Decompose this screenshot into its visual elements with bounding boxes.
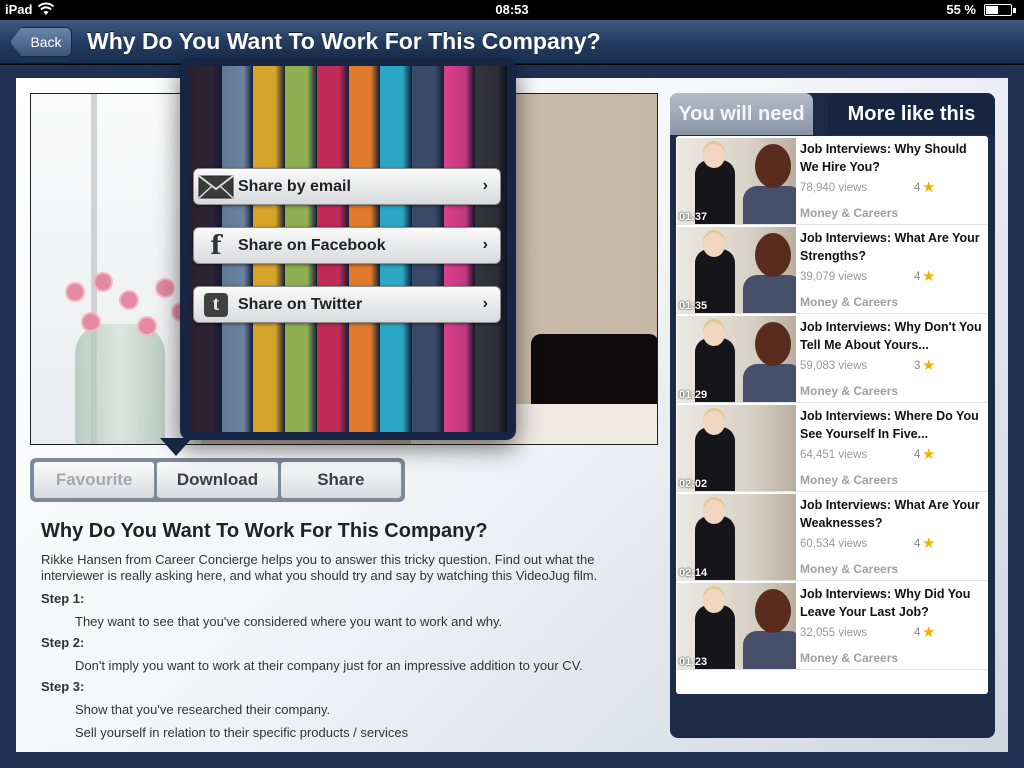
item-rating: 4 — [914, 271, 921, 283]
item-rating: 4 — [914, 449, 921, 461]
chevron-right-icon: › — [482, 295, 488, 312]
star-icon: ★ — [922, 179, 936, 196]
share-twitter-label: Share on Twitter — [238, 295, 363, 313]
item-title: Job Interviews: Why Did You Leave Your L… — [800, 587, 971, 619]
item-views: 60,534 views — [800, 538, 868, 550]
duration-label: 01:23 — [679, 656, 708, 668]
list-item[interactable]: 01:29 Job Interviews: Why Don't You Tell… — [676, 314, 988, 403]
video-thumbnail[interactable]: 02:14 — [677, 494, 796, 580]
list-item[interactable]: 02:02 Job Interviews: Where Do You See Y… — [676, 403, 988, 492]
star-icon: ★ — [922, 535, 936, 552]
battery-icon — [984, 4, 1016, 16]
chair-image — [531, 334, 657, 414]
share-email-label: Share by email — [238, 177, 351, 195]
related-list: 01:37 Job Interviews: Why Should We Hire… — [676, 136, 988, 694]
item-category: Money & Careers — [800, 295, 899, 309]
share-facebook-label: Share on Facebook — [238, 236, 386, 254]
step-label: Step 2: — [41, 635, 85, 650]
description-title: Why Do You Want To Work For This Company… — [41, 520, 488, 542]
list-item[interactable]: 01:23 Job Interviews: Why Did You Leave … — [676, 581, 988, 670]
list-item[interactable]: 02:14 Job Interviews: What Are Your Weak… — [676, 492, 988, 581]
download-button[interactable]: Download — [157, 462, 278, 498]
video-thumbnail[interactable]: 01:35 — [677, 227, 796, 313]
item-views: 78,940 views — [800, 182, 868, 194]
item-title: Job Interviews: What Are Your Strengths? — [800, 231, 980, 263]
twitter-icon: t — [194, 287, 238, 322]
duration-label: 01:35 — [679, 300, 708, 312]
item-views: 39,079 views — [800, 271, 868, 283]
step-label: Step 3: — [41, 679, 85, 694]
video-thumbnail[interactable]: 01:37 — [677, 138, 796, 224]
list-item[interactable]: 01:35 Job Interviews: What Are Your Stre… — [676, 225, 988, 314]
step-text: Show that you've researched their compan… — [75, 702, 331, 717]
navigation-bar: Back Why Do You Want To Work For This Co… — [0, 20, 1024, 64]
chevron-right-icon: › — [482, 177, 488, 194]
popover-arrow — [160, 438, 192, 456]
step-text: Don't imply you want to work at their co… — [75, 658, 583, 673]
star-icon: ★ — [922, 624, 936, 641]
item-rating: 4 — [914, 182, 921, 194]
facebook-icon: f — [210, 230, 222, 261]
item-title: Job Interviews: What Are Your Weaknesses… — [800, 498, 980, 530]
related-panel: You will need More like this 01:37 Job I… — [670, 93, 995, 738]
item-category: Money & Careers — [800, 473, 899, 487]
description-intro: Rikke Hansen from Career Concierge helps… — [41, 552, 598, 583]
star-icon: ★ — [922, 268, 936, 285]
item-category: Money & Careers — [800, 562, 899, 576]
list-item[interactable]: 01:37 Job Interviews: Why Should We Hire… — [676, 136, 988, 225]
chevron-right-icon: › — [482, 236, 488, 253]
video-description: Why Do You Want To Work For This Company… — [41, 520, 641, 740]
item-views: 64,451 views — [800, 449, 868, 461]
favourite-button[interactable]: Favourite — [34, 462, 155, 498]
item-views: 32,055 views — [800, 627, 868, 639]
share-email-button[interactable]: Share by email › — [193, 168, 501, 205]
video-actions: Favourite Download Share — [30, 458, 405, 502]
page-title: Why Do You Want To Work For This Company… — [87, 28, 601, 54]
item-views: 59,083 views — [800, 360, 868, 372]
video-thumbnail[interactable]: 01:23 — [677, 583, 796, 669]
star-icon: ★ — [922, 357, 936, 374]
item-category: Money & Careers — [800, 384, 899, 398]
clock: 08:53 — [495, 2, 529, 17]
item-rating: 4 — [914, 627, 921, 639]
item-title: Job Interviews: Why Should We Hire You? — [800, 142, 967, 174]
flowers-image — [61, 274, 191, 364]
duration-label: 01:29 — [679, 389, 708, 401]
step-label: Step 1: — [41, 591, 85, 606]
tab-more-like-this[interactable]: More like this — [828, 93, 995, 135]
step-text-cutoff: Sell yourself in relation to their speci… — [75, 725, 409, 740]
duration-label: 02:14 — [679, 567, 708, 579]
star-icon: ★ — [922, 446, 936, 463]
duration-label: 02:02 — [679, 478, 708, 490]
status-bar: iPad 08:53 55 % — [0, 0, 1024, 20]
battery-percent: 55 % — [946, 2, 976, 17]
back-button[interactable]: Back — [10, 27, 72, 57]
video-thumbnail[interactable]: 01:29 — [677, 316, 796, 402]
step-text: They want to see that you've considered … — [75, 614, 503, 629]
envelope-icon — [194, 169, 238, 204]
share-twitter-button[interactable]: t Share on Twitter › — [193, 286, 501, 323]
item-rating: 4 — [914, 538, 921, 550]
video-thumbnail[interactable]: 02:02 — [677, 405, 796, 491]
share-facebook-button[interactable]: f Share on Facebook › — [193, 227, 501, 264]
share-button[interactable]: Share — [280, 462, 401, 498]
item-rating: 3 — [914, 360, 921, 372]
item-title: Job Interviews: Why Don't You Tell Me Ab… — [800, 320, 982, 352]
duration-label: 01:37 — [679, 211, 708, 223]
item-category: Money & Careers — [800, 651, 899, 665]
item-category: Money & Careers — [800, 206, 899, 220]
tab-you-will-need[interactable]: You will need — [670, 93, 813, 135]
item-title: Job Interviews: Where Do You See Yoursel… — [800, 409, 979, 441]
